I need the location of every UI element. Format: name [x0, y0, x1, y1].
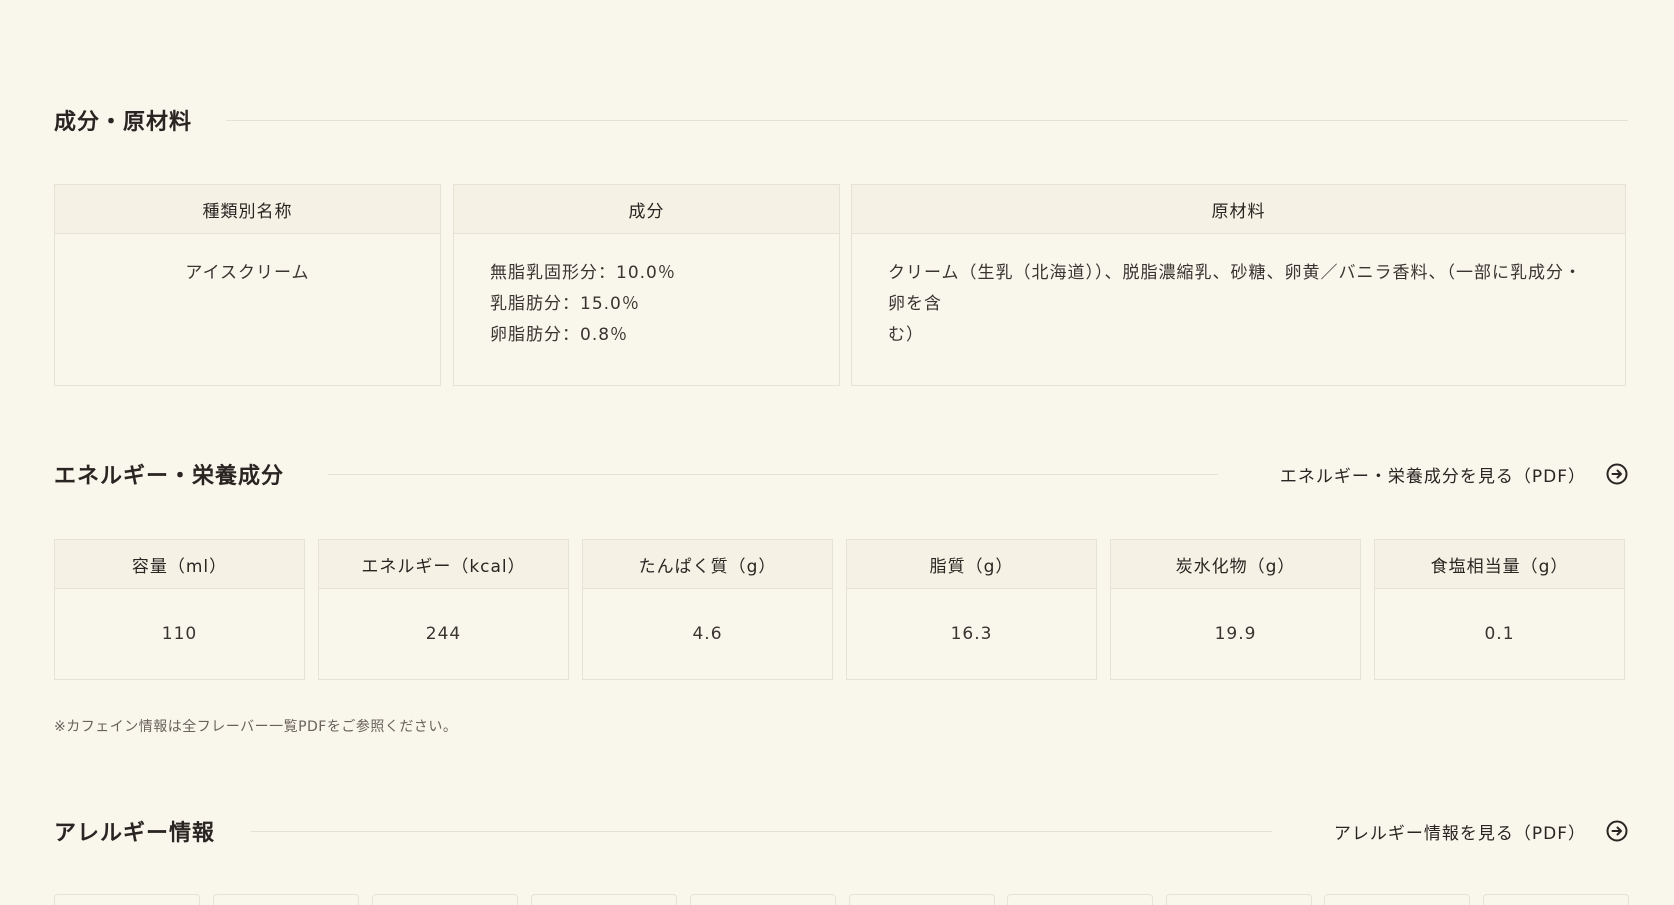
- nutrition-card-value: 16.3: [950, 623, 993, 644]
- allergy-pdf-link-label: アレルギー情報を見る（PDF）: [1333, 823, 1586, 844]
- section-divider: [226, 119, 1628, 121]
- caffeine-note: ※カフェイン情報は全フレーバー一覧PDFをご参照ください。: [54, 719, 458, 735]
- nutrition-card-protein: たんぱく質（g） 4.6: [582, 539, 833, 680]
- ingredient-line: 卵脂肪分：0.8％: [490, 325, 629, 345]
- ingredient-card-header: 成分: [454, 185, 839, 234]
- nutrition-card-header: 脂質（g）: [847, 540, 1096, 589]
- circle-arrow-right-icon: [1606, 463, 1628, 485]
- section-divider: [251, 830, 1272, 832]
- nutrition-card-value: 19.9: [1214, 623, 1257, 644]
- allergy-section-header: アレルギー情報 アレルギー情報を見る（PDF）: [54, 815, 1628, 847]
- allergy-card: [690, 894, 836, 905]
- ingredient-card-raw-materials: 原材料 クリーム（生乳（北海道））、脱脂濃縮乳、砂糖、卵黄／バニラ香料、（一部に…: [851, 184, 1626, 386]
- ingredients-section-header: 成分・原材料: [54, 104, 1628, 136]
- ingredient-line: 乳脂肪分：15.0％: [490, 294, 640, 314]
- nutrition-card-energy: エネルギー（kcal） 244: [318, 539, 569, 680]
- ingredient-line: 無脂乳固形分：10.0％: [490, 263, 676, 283]
- nutrition-card-volume: 容量（ml） 110: [54, 539, 305, 680]
- allergy-pdf-link[interactable]: アレルギー情報を見る（PDF）: [1334, 819, 1628, 844]
- nutrition-card-carbohydrate: 炭水化物（g） 19.9: [1110, 539, 1361, 680]
- nutrition-card-value: 0.1: [1484, 623, 1515, 644]
- ingredient-line: クリーム（生乳（北海道））、脱脂濃縮乳、砂糖、卵黄／バニラ香料、（一部に乳成分・…: [888, 263, 1582, 314]
- allergy-section-title: アレルギー情報: [54, 821, 216, 846]
- ingredient-card-body: アイスクリーム: [55, 234, 440, 289]
- nutrition-card-value: 110: [161, 623, 198, 644]
- nutrition-card-header: 容量（ml）: [55, 540, 304, 589]
- allergy-card: [849, 894, 995, 905]
- allergy-card: [213, 894, 359, 905]
- allergy-card: [531, 894, 677, 905]
- nutrition-section-title: エネルギー・栄養成分: [54, 464, 285, 489]
- nutrition-card-salt: 食塩相当量（g） 0.1: [1374, 539, 1625, 680]
- nutrition-pdf-link-label: エネルギー・栄養成分を見る（PDF）: [1279, 466, 1586, 487]
- ingredient-card-type: 種類別名称 アイスクリーム: [54, 184, 441, 386]
- allergy-card: [1483, 894, 1629, 905]
- nutrition-card-value: 4.6: [692, 623, 723, 644]
- allergy-card: [1166, 894, 1312, 905]
- nutrition-card-value: 244: [425, 623, 462, 644]
- nutrition-card-header: 食塩相当量（g）: [1375, 540, 1624, 589]
- circle-arrow-right-icon: [1606, 820, 1628, 842]
- nutrition-card-header: 炭水化物（g）: [1111, 540, 1360, 589]
- ingredient-card-components: 成分 無脂乳固形分：10.0％ 乳脂肪分：15.0％ 卵脂肪分：0.8％: [453, 184, 840, 386]
- ingredient-line: む）: [888, 325, 924, 345]
- ingredient-card-body: 無脂乳固形分：10.0％ 乳脂肪分：15.0％ 卵脂肪分：0.8％: [454, 234, 839, 351]
- ingredient-line: アイスクリーム: [185, 263, 310, 283]
- allergy-card: [372, 894, 518, 905]
- ingredient-card-header: 種類別名称: [55, 185, 440, 234]
- nutrition-card-header: たんぱく質（g）: [583, 540, 832, 589]
- nutrition-pdf-link[interactable]: エネルギー・栄養成分を見る（PDF）: [1280, 462, 1628, 487]
- nutrition-card-header: エネルギー（kcal）: [319, 540, 568, 589]
- product-detail-page: 成分・原材料 種類別名称 アイスクリーム 成分 無脂乳固形分：10.0％ 乳脂肪…: [0, 0, 1674, 905]
- nutrition-card-fat: 脂質（g） 16.3: [846, 539, 1097, 680]
- allergy-card: [54, 894, 200, 905]
- allergy-card: [1324, 894, 1470, 905]
- ingredients-section-title: 成分・原材料: [54, 110, 193, 135]
- allergy-card: [1007, 894, 1153, 905]
- nutrition-section-header: エネルギー・栄養成分 エネルギー・栄養成分を見る（PDF）: [54, 458, 1628, 490]
- ingredient-card-header: 原材料: [852, 185, 1625, 234]
- ingredient-card-body: クリーム（生乳（北海道））、脱脂濃縮乳、砂糖、卵黄／バニラ香料、（一部に乳成分・…: [852, 234, 1625, 351]
- section-divider: [328, 473, 1218, 475]
